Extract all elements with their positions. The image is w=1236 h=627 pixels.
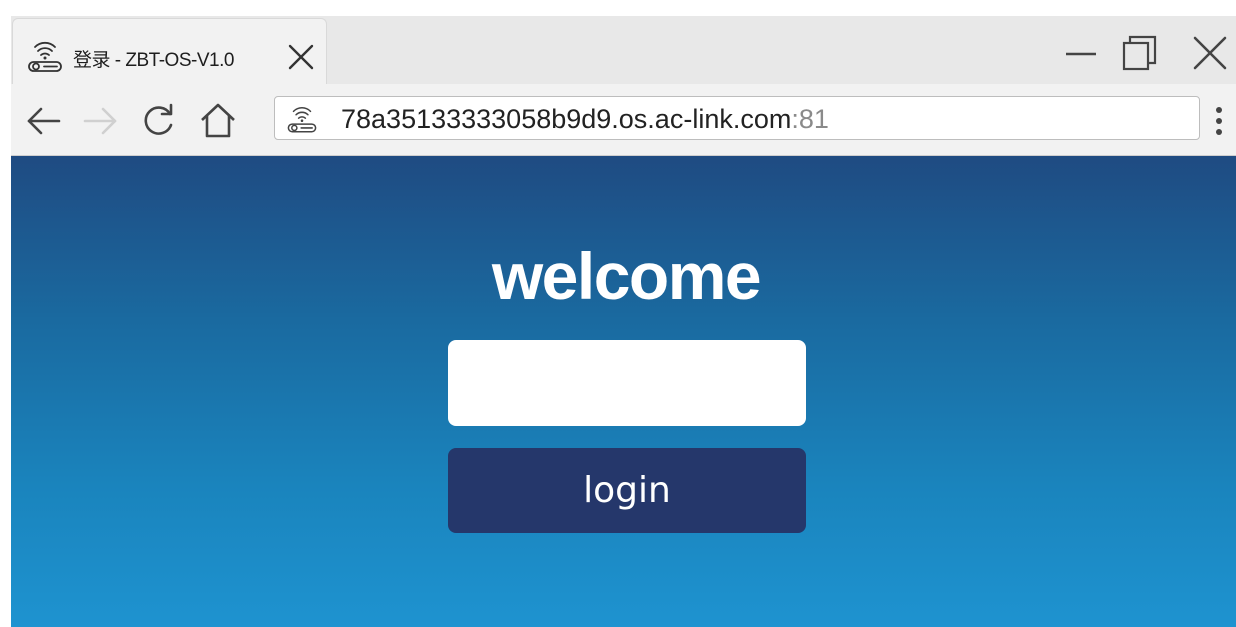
url-text[interactable]: 78a35133333058b9d9.os.ac-link.com:81	[341, 103, 829, 135]
home-icon[interactable]	[197, 100, 239, 142]
browser-toolbar: 78a35133333058b9d9.os.ac-link.com:81	[11, 84, 1236, 156]
restore-icon[interactable]	[1119, 32, 1161, 74]
browser-window: 登录 - ZBT-OS-V1.0 78a35133333058b9d9.os.a…	[11, 16, 1236, 627]
router-wifi-icon	[28, 41, 62, 72]
page-viewport: welcome login	[11, 156, 1236, 627]
welcome-heading: welcome	[491, 239, 762, 313]
tab-close-icon[interactable]	[286, 42, 316, 72]
site-router-wifi-icon[interactable]	[285, 102, 319, 136]
kebab-menu-icon[interactable]	[1207, 100, 1231, 142]
forward-arrow-icon[interactable]	[79, 100, 121, 142]
window-close-icon[interactable]	[1189, 32, 1231, 74]
reload-icon[interactable]	[137, 100, 179, 142]
url-host: 78a35133333058b9d9.os.ac-link.com	[341, 104, 792, 134]
browser-tab[interactable]: 登录 - ZBT-OS-V1.0	[12, 18, 327, 84]
tab-title: 登录 - ZBT-OS-V1.0	[73, 50, 234, 71]
tab-strip: 登录 - ZBT-OS-V1.0	[11, 16, 1236, 84]
minimize-icon[interactable]	[1060, 32, 1102, 74]
password-input[interactable]	[448, 340, 806, 426]
url-port: :81	[791, 104, 829, 134]
login-button[interactable]: login	[448, 448, 806, 533]
address-bar[interactable]: 78a35133333058b9d9.os.ac-link.com:81	[274, 96, 1200, 140]
back-arrow-icon[interactable]	[23, 100, 65, 142]
